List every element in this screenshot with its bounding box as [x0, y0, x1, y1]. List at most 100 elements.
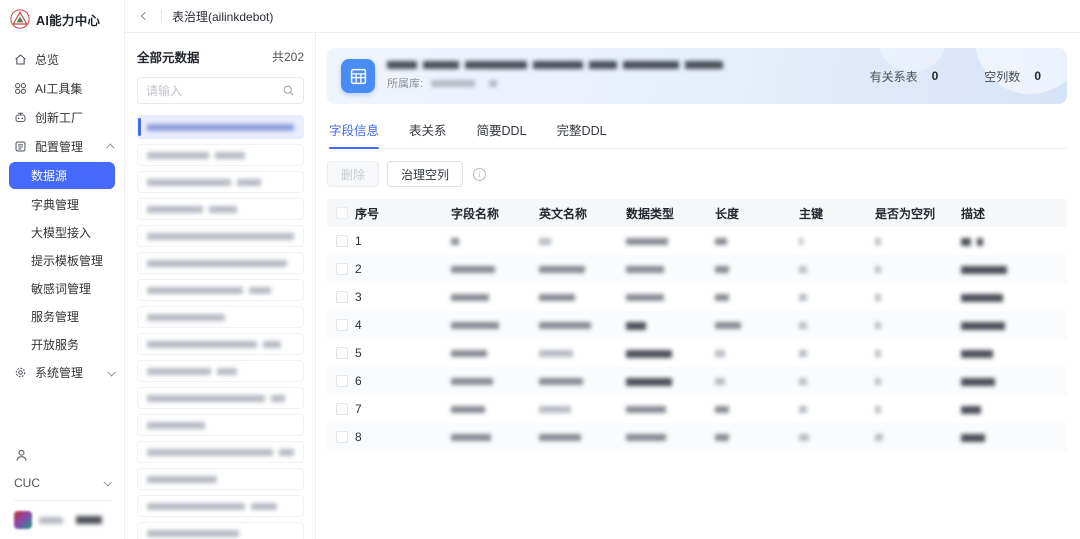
list-item[interactable] — [137, 225, 304, 247]
cell-redacted — [539, 406, 571, 414]
sidebar-item-datasource[interactable]: 数据源 — [9, 162, 115, 189]
delete-button[interactable]: 删除 — [327, 161, 380, 187]
table-icon — [341, 59, 375, 93]
list-item[interactable] — [137, 144, 304, 166]
stat-value: 0 — [931, 69, 939, 83]
cell-redacted — [626, 377, 672, 386]
back-button[interactable] — [137, 8, 153, 24]
cell-redacted — [961, 433, 985, 442]
cell-redacted — [799, 378, 807, 386]
toolbar: 删除 治理空列 i — [327, 161, 1067, 187]
table-row[interactable]: 1 — [327, 227, 1067, 255]
stat-label: 有关系表 — [869, 69, 918, 84]
sidebar-item-innovation-factory[interactable]: 创新工厂 — [0, 103, 124, 132]
table-row[interactable]: 4 — [327, 311, 1067, 339]
col-header: 英文名称 — [539, 206, 588, 221]
stat-related-tables: 有关系表 0 — [870, 68, 939, 85]
sidebar-item-ai-tools[interactable]: AI工具集 — [0, 74, 124, 103]
list-item[interactable] — [137, 387, 304, 409]
row-checkbox[interactable] — [336, 291, 348, 303]
grid-icon — [13, 82, 27, 96]
row-checkbox[interactable] — [336, 403, 348, 415]
sidebar-item-label: 配置管理 — [35, 140, 84, 154]
search-input[interactable] — [146, 83, 276, 98]
list-item[interactable] — [137, 198, 304, 220]
row-checkbox[interactable] — [336, 375, 348, 387]
list-item-text-redacted — [147, 151, 209, 159]
list-item[interactable] — [137, 360, 304, 382]
list-item[interactable] — [137, 414, 304, 436]
table-row[interactable]: 6 — [327, 367, 1067, 395]
chevron-left-icon — [140, 11, 150, 21]
list-panel-count: 共202 — [271, 50, 304, 64]
sidebar-item-system-management[interactable]: 系统管理 — [0, 358, 124, 387]
user-profile[interactable] — [14, 511, 112, 529]
table-row[interactable]: 8 — [327, 423, 1067, 451]
row-checkbox[interactable] — [336, 263, 348, 275]
list-item-text-redacted — [147, 475, 217, 483]
list-item-text-redacted — [147, 421, 205, 429]
cell-redacted — [539, 434, 581, 442]
list-item[interactable] — [137, 468, 304, 490]
govern-empty-columns-button[interactable]: 治理空列 — [387, 161, 464, 187]
chevron-up-icon — [106, 142, 115, 152]
list-item[interactable] — [137, 279, 304, 301]
list-item[interactable] — [137, 522, 304, 539]
sidebar-item-overview[interactable]: 总览 — [0, 45, 124, 74]
search-box[interactable] — [137, 77, 304, 104]
list-item[interactable] — [137, 495, 304, 517]
list-item[interactable] — [137, 333, 304, 355]
username-redacted — [76, 516, 102, 524]
app-logo: AI能力中心 — [0, 0, 124, 37]
sidebar-item-open-service[interactable]: 开放服务 — [0, 330, 124, 358]
table-row[interactable]: 7 — [327, 395, 1067, 423]
row-checkbox[interactable] — [336, 235, 348, 247]
cell-redacted — [875, 322, 881, 330]
list-item-text-redacted — [209, 205, 237, 213]
cell-redacted — [539, 378, 583, 386]
tab-full-ddl[interactable]: 完整DDL — [557, 120, 607, 148]
table-row[interactable]: 3 — [327, 283, 1067, 311]
list-item[interactable] — [137, 441, 304, 463]
row-checkbox[interactable] — [336, 319, 348, 331]
sidebar-item-dictionary[interactable]: 字典管理 — [0, 190, 124, 218]
breadcrumb: 表治理(ailinkdebot) — [172, 9, 274, 24]
divider — [14, 500, 112, 501]
sidebar-item-config-management[interactable]: 配置管理 — [0, 132, 124, 161]
chevron-down-icon — [103, 478, 112, 487]
list-item-text-redacted — [147, 123, 294, 131]
info-icon[interactable]: i — [473, 167, 487, 181]
table-row[interactable]: 5 — [327, 339, 1067, 367]
username-redacted — [39, 516, 63, 524]
sidebar-item-llm-access[interactable]: 大模型接入 — [0, 218, 124, 246]
list-item[interactable] — [137, 115, 304, 139]
metadata-list — [137, 115, 304, 539]
cell-redacted — [626, 294, 664, 302]
row-checkbox[interactable] — [336, 347, 348, 359]
home-icon — [13, 53, 27, 67]
select-all-checkbox[interactable] — [336, 207, 348, 219]
cell-redacted — [626, 434, 666, 442]
list-item-text-redacted — [147, 448, 273, 456]
main-content: 所属库: 有关系表 0 空列数 0 字段信息 表关系 简要DDL 完整DDL 删… — [317, 33, 1080, 539]
sidebar-item-label: 总览 — [35, 53, 60, 67]
robot-icon — [13, 111, 27, 125]
list-item[interactable] — [137, 306, 304, 328]
cell-redacted — [451, 406, 485, 414]
sidebar-item-sensitive-words[interactable]: 敏感词管理 — [0, 274, 124, 302]
cell-redacted — [961, 265, 1007, 274]
list-item-text-redacted — [147, 394, 265, 402]
table-row[interactable]: 2 — [327, 255, 1067, 283]
tab-table-relations[interactable]: 表关系 — [409, 120, 447, 148]
sidebar-item-service-management[interactable]: 服务管理 — [0, 302, 124, 330]
row-checkbox[interactable] — [336, 431, 348, 443]
list-item[interactable] — [137, 252, 304, 274]
list-item[interactable] — [137, 171, 304, 193]
tab-field-info[interactable]: 字段信息 — [329, 120, 380, 149]
sidebar-item-prompt-template[interactable]: 提示模板管理 — [0, 246, 124, 274]
cell-redacted — [715, 406, 729, 414]
db-label: 所属库: — [387, 78, 424, 90]
org-selector[interactable]: CUC — [14, 476, 112, 490]
sidebar-nav: 总览 AI工具集 创新工厂 配置管理 数据源 字典管理 大模型接入 提示模板管理… — [0, 45, 124, 387]
tab-brief-ddl[interactable]: 简要DDL — [477, 120, 527, 148]
